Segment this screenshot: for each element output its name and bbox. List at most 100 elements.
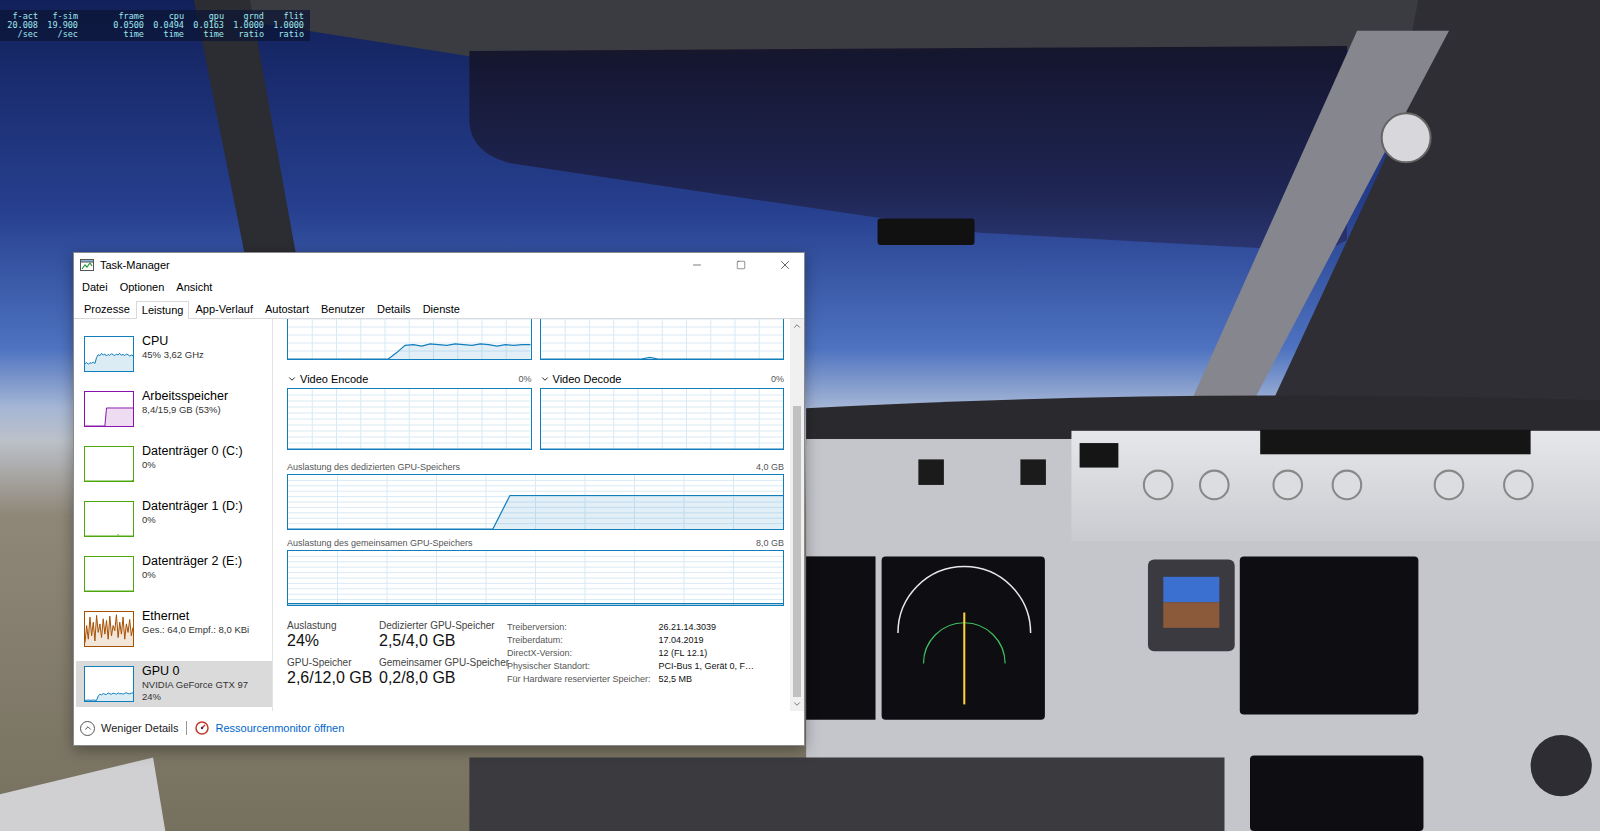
close-button[interactable] — [766, 253, 804, 277]
tab[interactable]: Prozesse — [78, 300, 136, 318]
sidebar-item-detail: 8,4/15,9 GB (53%) — [142, 404, 228, 416]
fewer-details-toggle[interactable]: Weniger Details — [101, 722, 178, 734]
sidebar-item[interactable]: CPU45% 3,62 GHz — [76, 331, 272, 376]
primary-flight-display — [806, 556, 875, 719]
detail-label: Für Hardware reservierter Speicher: — [507, 674, 651, 684]
sidebar-item-name: Datenträger 0 (C:) — [142, 444, 243, 459]
resource-monitor-link[interactable]: Ressourcenmonitor öffnen — [215, 722, 344, 734]
lower-ecam — [1250, 755, 1423, 831]
memory-graph-plot — [288, 551, 783, 605]
thumbnail-plot — [85, 392, 133, 426]
fcu-knob — [1504, 471, 1533, 500]
thumbnail-chart — [84, 446, 134, 482]
engine-graph-plot — [288, 389, 531, 449]
memory-graph-max: 4,0 GB — [756, 462, 784, 472]
engine-graph — [287, 319, 532, 360]
tab[interactable]: App-Verlauf — [189, 300, 258, 318]
engine-header[interactable]: Video Encode0% — [287, 372, 532, 386]
engine-label: Video Decode — [553, 373, 768, 385]
detail-value: PCI-Bus 1, Gerät 0, F… — [659, 661, 755, 671]
tab[interactable]: Autostart — [259, 300, 315, 318]
panel-button — [918, 459, 944, 485]
tab-strip: ProzesseLeistungApp-VerlaufAutostartBenu… — [74, 297, 804, 319]
tab[interactable]: Dienste — [417, 300, 466, 318]
sidebar-item[interactable]: Datenträger 2 (E:)0% — [76, 551, 272, 596]
sidebar-item[interactable]: Datenträger 1 (D:)0% — [76, 496, 272, 541]
detail-value: 52,5 MB — [659, 674, 755, 684]
memory-graph-max: 8,0 GB — [756, 538, 784, 548]
scroll-down-button[interactable] — [792, 697, 802, 711]
engine-reading: 0% — [518, 374, 531, 384]
tab[interactable]: Leistung — [136, 301, 190, 319]
detail-value: 26.21.14.3039 — [659, 622, 755, 632]
detail-label: Treiberversion: — [507, 622, 651, 632]
stat: Gemeinsamer GPU-Speicher0,2/8,0 GB — [379, 657, 507, 688]
menu-bar: Datei Optionen Ansicht — [74, 277, 804, 297]
engine-graph-plot — [541, 389, 784, 449]
menu-item[interactable]: Ansicht — [176, 281, 212, 293]
sidebar-item[interactable]: Datenträger 0 (C:)0% — [76, 441, 272, 486]
sidebar-item-detail: 0% — [142, 569, 242, 581]
scrollbar[interactable] — [790, 319, 804, 711]
sidebar-item-detail: 45% 3,62 GHz — [142, 349, 204, 361]
sidebar-item[interactable]: Arbeitsspeicher8,4/15,9 GB (53%) — [76, 386, 272, 431]
minimize-icon — [691, 259, 703, 271]
title-bar[interactable]: Task-Manager — [74, 253, 804, 277]
thumbnail-chart — [84, 391, 134, 427]
scroll-up-icon — [792, 321, 802, 331]
navigation-display — [882, 556, 1045, 719]
menu-item[interactable]: Datei — [82, 281, 108, 293]
engine-reading: 0% — [771, 374, 784, 384]
stat: Auslastung24% — [287, 620, 379, 651]
scroll-down-icon — [792, 699, 802, 709]
fcu-knob — [1273, 471, 1302, 500]
engine-header[interactable]: Video Decode0% — [540, 372, 785, 386]
stat: Dedizierter GPU-Speicher2,5/4,0 GB — [379, 620, 507, 651]
chevron-up-icon — [83, 723, 93, 733]
close-icon — [778, 258, 792, 272]
sidebar-item-name: GPU 0 — [142, 664, 248, 679]
checklist-card — [0, 757, 165, 831]
sidebar-item[interactable]: EthernetGes.: 64,0 Empf.: 8,0 KBi — [76, 606, 272, 651]
maximize-button[interactable] — [722, 253, 760, 277]
memory-graph-plot — [288, 475, 783, 529]
baro-display — [1080, 443, 1119, 468]
detail-label: DirectX-Version: — [507, 648, 651, 658]
sidebar: CPU45% 3,62 GHz Arbeitsspeicher8,4/15,9 G… — [74, 319, 273, 711]
right-window-pillar — [1186, 31, 1449, 414]
frame-rate-column: frame0.0500time — [82, 12, 144, 39]
desktop: f-act20.008/secf-sim19.900/secframe0.050… — [0, 0, 1600, 831]
maximize-icon — [736, 260, 746, 270]
upper-ecam — [1240, 556, 1419, 714]
tab[interactable]: Details — [371, 300, 417, 318]
scroll-thumb[interactable] — [793, 406, 801, 697]
engine-graph — [540, 319, 785, 360]
sidebar-item-name: Ethernet — [142, 609, 249, 624]
engine-label: Video Encode — [300, 373, 515, 385]
fcu-display — [1260, 430, 1530, 455]
gpu-detail-pane: Video Encode0%Video Decode0%Auslastung d… — [273, 319, 790, 711]
sidebar-item-detail: Ges.: 64,0 Empf.: 8,0 KBi — [142, 624, 249, 636]
detail-label: Treiberdatum: — [507, 635, 651, 645]
minimize-button[interactable] — [678, 253, 716, 277]
thumbnail-plot — [85, 447, 133, 481]
scroll-up-button[interactable] — [792, 319, 802, 333]
sidebar-item[interactable]: GPU 0NVIDIA GeForce GTX 9724% — [76, 661, 272, 707]
window-title: Task-Manager — [100, 259, 672, 271]
memory-graph-header: Auslastung des dedizierten GPU-Speichers… — [287, 460, 784, 472]
collapse-button[interactable] — [80, 721, 95, 736]
task-manager-window[interactable]: Task-Manager Datei Optionen Ansicht Prozesse… — [73, 252, 805, 746]
frame-rate-column: cpu0.0494time — [148, 12, 184, 39]
dropdown-icon — [540, 374, 550, 384]
frame-rate-column: f-sim19.900/sec — [42, 12, 78, 39]
memory-graph-label: Auslastung des dedizierten GPU-Speichers — [287, 462, 460, 472]
tab[interactable]: Benutzer — [315, 300, 371, 318]
menu-item[interactable]: Optionen — [120, 281, 165, 293]
footer: Weniger Details Ressourcenmonitor öffnen — [74, 711, 804, 745]
stat: GPU-Speicher2,6/12,0 GB — [287, 657, 379, 688]
details-table: Treiberversion: 26.21.14.3039 Treiberdatum… — [507, 620, 754, 684]
thumbnail-chart — [84, 611, 134, 647]
thumbnail-plot — [85, 502, 133, 536]
detail-value: 17.04.2019 — [659, 635, 755, 645]
frame-rate-column: f-act20.008/sec — [2, 12, 38, 39]
